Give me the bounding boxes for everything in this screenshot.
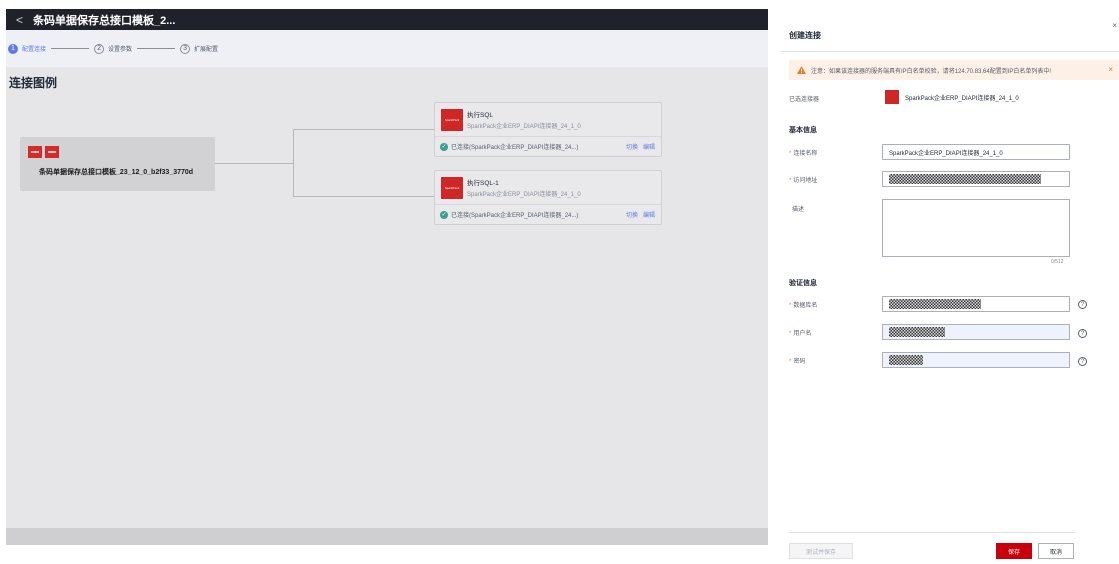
step-configure-connection[interactable]: 1 配置连接 xyxy=(8,43,47,54)
description-textarea[interactable] xyxy=(882,199,1070,257)
connector-line xyxy=(293,129,434,130)
source-flow-name: 条码单据保存总接口模板_23_12_0_b2f33_3770d xyxy=(39,169,194,176)
redacted-value xyxy=(889,327,945,337)
step-divider xyxy=(51,48,90,49)
target-node-title: 执行SQL xyxy=(467,112,494,119)
password-input[interactable] xyxy=(882,352,1070,368)
target-node-connector: SparkPack企业ERP_DIAPI连接器_24_1_0 xyxy=(467,124,581,130)
database-name-input[interactable] xyxy=(882,296,1070,312)
access-url-label: * 访问地址 xyxy=(789,178,818,184)
sparkpack-logo-icon: SparkPack xyxy=(441,109,463,131)
source-flow-card[interactable] xyxy=(20,137,215,191)
password-label: * 密码 xyxy=(789,359,806,365)
cancel-button[interactable]: 取消 xyxy=(1038,543,1074,559)
target-node-card[interactable]: SparkPack 执行SQL SparkPack企业ERP_DIAPI连接器_… xyxy=(434,102,662,157)
connection-status: ✓ 已连接(SparkPack企业ERP_DIAPI连接器_24...) xyxy=(440,210,578,219)
step-number: 3 xyxy=(180,43,191,54)
target-node-card[interactable]: SparkPack 执行SQL-1 SparkPack企业ERP_DIAPI连接… xyxy=(434,170,662,225)
warning-text: 注意：如果该连接器的服务端具有IP白名单校验，请将124.70.83.64配置到… xyxy=(811,68,1052,75)
selected-connector-name: SparkPack企业ERP_DIAPI连接器_24_1_0 xyxy=(905,95,1019,102)
divider xyxy=(789,532,1075,533)
ip-whitelist-warning: 注意：如果该连接器的服务端具有IP白名单校验，请将124.70.83.64配置到… xyxy=(789,60,1119,80)
help-icon[interactable]: ? xyxy=(1078,329,1087,338)
target-node-actions: 切换 编辑 xyxy=(626,142,655,151)
connection-canvas: 连接图例 条码单据保存总接口模板_23_12_0_b2f33_3770d Spa… xyxy=(6,67,768,545)
step-label: 扩展配置 xyxy=(194,47,219,53)
connector-line xyxy=(293,196,434,197)
step-divider xyxy=(137,48,176,49)
access-url-input[interactable] xyxy=(882,171,1070,187)
page-title: 条码单据保存总接口模板_2... xyxy=(33,14,176,27)
check-circle-icon: ✓ xyxy=(440,210,448,219)
target-node-connector: SparkPack企业ERP_DIAPI连接器_24_1_0 xyxy=(467,192,581,198)
database-name-label: * 数据库名 xyxy=(789,303,818,309)
edit-link[interactable]: 编辑 xyxy=(643,142,655,151)
connection-name-input[interactable]: SparkPack企业ERP_DIAPI连接器_24_1_0 xyxy=(882,144,1070,160)
target-node-actions: 切换 编辑 xyxy=(626,210,655,219)
step-extended-config[interactable]: 3 扩展配置 xyxy=(180,43,219,54)
steps-bar: 1 配置连接 2 设置参数 3 扩展配置 xyxy=(6,30,768,67)
sparkpack-logo-icon: SparkPack xyxy=(441,177,463,199)
connection-name-label: * 连接名称 xyxy=(789,151,818,157)
username-label: * 用户名 xyxy=(789,331,812,337)
connector-line xyxy=(293,129,294,196)
divider xyxy=(435,204,661,205)
selected-connector: SparkPack企业ERP_DIAPI连接器_24_1_0 xyxy=(885,90,1019,104)
source-logos xyxy=(28,146,59,158)
edit-link[interactable]: 编辑 xyxy=(643,210,655,219)
connection-status: ✓ 已连接(SparkPack企业ERP_DIAPI连接器_24...) xyxy=(440,142,578,151)
workspace: < 条码单据保存总接口模板_2... 1 配置连接 2 设置参数 3 扩展配置 … xyxy=(0,0,768,564)
help-icon[interactable]: ? xyxy=(1078,357,1087,366)
top-bar: < 条码单据保存总接口模板_2... xyxy=(6,9,768,30)
drawer-title: 创建连接 xyxy=(789,31,821,40)
bottom-scroll-strip xyxy=(6,528,768,545)
flow-logo-icon xyxy=(28,146,42,158)
check-circle-icon: ✓ xyxy=(440,142,448,151)
divider xyxy=(435,136,661,137)
step-label: 设置参数 xyxy=(108,47,133,53)
connector-line xyxy=(215,163,293,164)
description-label: 描述 xyxy=(792,207,805,213)
step-label: 配置连接 xyxy=(22,47,47,53)
basic-info-heading: 基本信息 xyxy=(789,127,817,134)
connection-status-text: 已连接(SparkPack企业ERP_DIAPI连接器_24...) xyxy=(451,145,579,151)
create-connection-drawer: × 创建连接 注意：如果该连接器的服务端具有IP白名单校验，请将124.70.8… xyxy=(768,0,1119,564)
switch-link[interactable]: 切换 xyxy=(626,210,638,219)
back-arrow-icon[interactable]: < xyxy=(16,13,23,27)
step-set-parameters[interactable]: 2 设置参数 xyxy=(94,43,133,54)
step-number: 2 xyxy=(94,43,105,54)
connection-status-text: 已连接(SparkPack企业ERP_DIAPI连接器_24...) xyxy=(451,213,579,219)
username-input[interactable] xyxy=(882,324,1070,340)
save-button[interactable]: 保存 xyxy=(996,543,1032,559)
help-icon[interactable]: ? xyxy=(1078,300,1087,309)
switch-link[interactable]: 切换 xyxy=(626,142,638,151)
close-icon[interactable]: × xyxy=(1112,21,1117,30)
close-icon[interactable]: × xyxy=(1108,65,1113,74)
redacted-value xyxy=(889,174,1041,184)
divider xyxy=(781,51,1119,52)
step-number: 1 xyxy=(8,43,18,54)
sparkpack-logo-icon xyxy=(885,90,899,104)
auth-info-heading: 验证信息 xyxy=(789,280,817,287)
selected-connector-label: 已选连接器 xyxy=(789,97,820,103)
redacted-value xyxy=(889,355,923,365)
test-and-save-button[interactable]: 测试并保存 xyxy=(789,543,853,559)
redacted-value xyxy=(889,299,981,309)
flow-logo-icon xyxy=(45,146,59,158)
warning-icon xyxy=(797,66,806,74)
char-counter: 0/512 xyxy=(1051,259,1064,265)
target-node-title: 执行SQL-1 xyxy=(467,180,499,187)
canvas-title: 连接图例 xyxy=(9,76,58,90)
